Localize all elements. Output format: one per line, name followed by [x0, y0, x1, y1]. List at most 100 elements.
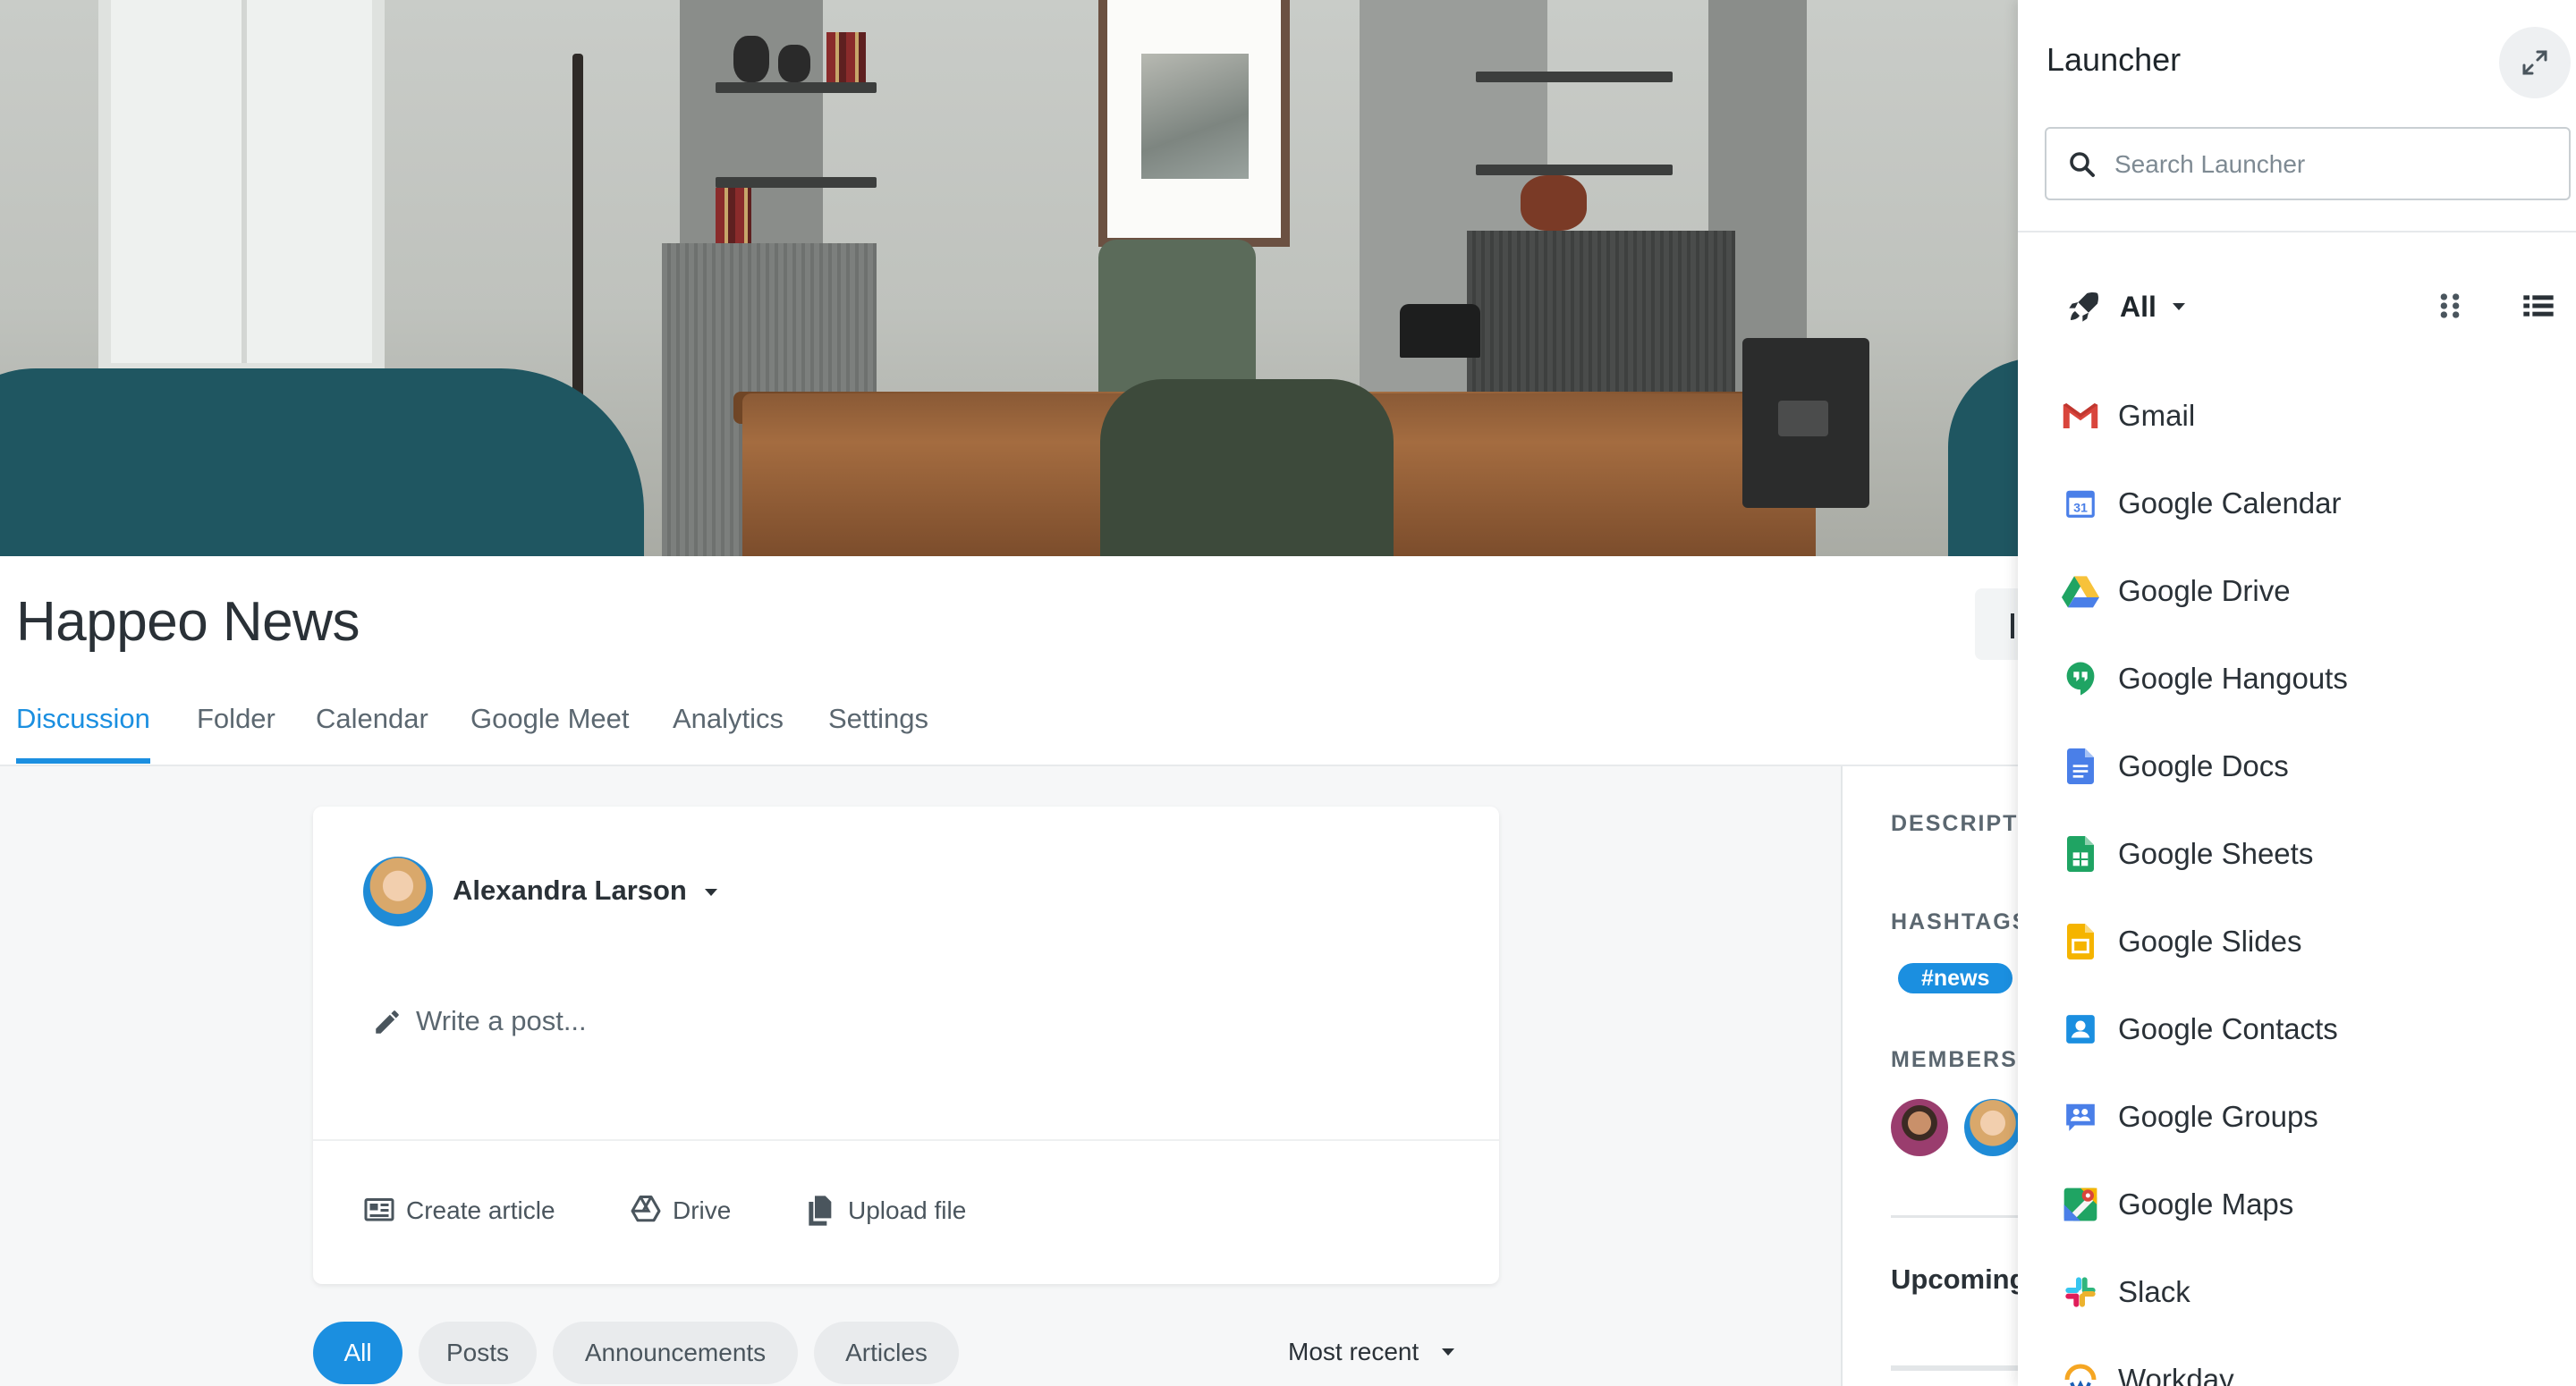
launcher-panel: Launcher All Gmail — [2018, 0, 2576, 1386]
window — [98, 0, 385, 376]
app-label: Workday — [2118, 1363, 2234, 1386]
filter-chip-posts[interactable]: Posts — [419, 1322, 537, 1384]
app-label: Gmail — [2118, 399, 2196, 432]
drive-icon — [631, 1196, 661, 1222]
google-docs-icon — [2061, 747, 2100, 786]
launcher-item-google-calendar[interactable]: 31 Google Calendar — [2061, 472, 2562, 535]
app-label: Google Hangouts — [2118, 662, 2348, 695]
launcher-item-google-drive[interactable]: Google Drive — [2061, 560, 2562, 622]
launcher-item-google-hangouts[interactable]: Google Hangouts — [2061, 647, 2562, 710]
launcher-item-google-maps[interactable]: Google Maps — [2061, 1173, 2562, 1236]
google-maps-icon — [2061, 1185, 2100, 1224]
tab-google-meet[interactable]: Google Meet — [470, 703, 630, 758]
drive-button[interactable]: Drive — [673, 1196, 731, 1225]
google-sheets-icon — [2061, 834, 2100, 874]
shelf — [716, 82, 877, 93]
armchair — [0, 368, 644, 556]
app-label: Google Maps — [2118, 1187, 2294, 1221]
pencil-icon — [376, 1010, 399, 1034]
member-avatar[interactable] — [1964, 1099, 2018, 1156]
google-slides-icon — [2061, 922, 2100, 961]
section-divider — [1891, 1215, 2018, 1218]
vase — [778, 45, 810, 82]
rocket-icon — [2069, 292, 2098, 322]
chevron-down-icon[interactable] — [1442, 1348, 1454, 1356]
sort-dropdown[interactable]: Most recent — [1288, 1338, 1419, 1366]
safe — [1742, 338, 1869, 508]
launcher-item-google-groups[interactable]: Google Groups — [2061, 1086, 2562, 1148]
framed-picture — [1098, 0, 1290, 247]
workday-icon — [2061, 1360, 2100, 1386]
upload-file-button[interactable]: Upload file — [848, 1196, 966, 1225]
grid-view-icon[interactable] — [2435, 288, 2465, 324]
desk-phone — [1400, 304, 1480, 358]
launcher-item-google-sheets[interactable]: Google Sheets — [2061, 823, 2562, 885]
filter-chip-articles[interactable]: Articles — [814, 1322, 959, 1384]
google-drive-icon — [2061, 571, 2100, 611]
channel-info-panel: DESCRIPTI HASHTAGS #news MEMBERS Upcomin… — [1843, 766, 2018, 1386]
chair — [1100, 379, 1394, 556]
launcher-item-google-contacts[interactable]: Google Contacts — [2061, 998, 2562, 1061]
app-label: Slack — [2118, 1275, 2190, 1308]
author-avatar[interactable] — [363, 857, 433, 926]
description-label: DESCRIPTI — [1891, 811, 2018, 836]
chevron-down-icon[interactable] — [705, 889, 717, 896]
upcoming-heading: Upcoming — [1891, 1263, 2018, 1295]
launcher-search[interactable] — [2045, 127, 2571, 200]
hashtags-label: HASHTAGS — [1891, 909, 2018, 934]
tab-calendar[interactable]: Calendar — [316, 703, 428, 758]
launcher-item-gmail[interactable]: Gmail — [2061, 385, 2562, 447]
tab-analytics[interactable]: Analytics — [673, 703, 784, 758]
launcher-title: Launcher — [2046, 41, 2182, 78]
section-divider — [1891, 1365, 2018, 1371]
google-contacts-icon — [2061, 1010, 2100, 1049]
vase — [733, 36, 769, 82]
member-avatar[interactable] — [1891, 1099, 1948, 1156]
app-label: Google Sheets — [2118, 837, 2314, 870]
create-article-button[interactable]: Create article — [406, 1196, 555, 1225]
cover-image — [0, 0, 2018, 556]
shelf — [1476, 72, 1673, 82]
launcher-divider — [2018, 231, 2576, 232]
post-composer: Alexandra Larson Write a post... Create … — [313, 807, 1499, 1284]
filter-label: All — [2120, 290, 2157, 323]
shelf — [716, 177, 877, 188]
author-name[interactable]: Alexandra Larson — [453, 875, 687, 907]
vase — [1521, 175, 1587, 231]
app-label: Google Contacts — [2118, 1012, 2338, 1045]
upload-file-icon — [809, 1196, 832, 1226]
list-view-icon[interactable] — [2521, 288, 2556, 324]
filter-chip-announcements[interactable]: Announcements — [553, 1322, 798, 1384]
books — [826, 32, 866, 82]
chevron-down-icon — [2172, 303, 2185, 310]
books — [716, 188, 751, 243]
launcher-item-slack[interactable]: Slack — [2061, 1261, 2562, 1323]
launcher-filter-dropdown[interactable]: All — [2066, 284, 2185, 329]
write-post-input[interactable]: Write a post... — [416, 1005, 587, 1037]
search-icon — [2070, 152, 2095, 177]
launcher-item-workday[interactable]: Workday — [2061, 1348, 2562, 1386]
filter-chip-all[interactable]: All — [313, 1322, 402, 1384]
launcher-item-google-docs[interactable]: Google Docs — [2061, 735, 2562, 798]
hashtag-news[interactable]: #news — [1898, 963, 2013, 993]
tab-discussion[interactable]: Discussion — [16, 703, 150, 764]
search-input[interactable] — [2114, 145, 2544, 184]
tab-folder[interactable]: Folder — [197, 703, 275, 758]
slack-icon — [2061, 1272, 2100, 1312]
tab-settings[interactable]: Settings — [828, 703, 928, 758]
members-label: MEMBERS — [1891, 1047, 2018, 1072]
page-title: Happeo News — [16, 591, 360, 653]
app-label: Google Drive — [2118, 574, 2291, 607]
app-label: Google Slides — [2118, 925, 2302, 958]
article-icon — [364, 1198, 394, 1221]
google-groups-icon — [2061, 1097, 2100, 1137]
app-label: Google Docs — [2118, 749, 2289, 782]
google-hangouts-icon — [2061, 659, 2100, 698]
armchair — [1948, 358, 2018, 556]
expand-button[interactable] — [2499, 27, 2571, 98]
google-calendar-icon: 31 — [2061, 484, 2100, 523]
gmail-icon — [2061, 396, 2100, 435]
svg-text:31: 31 — [2073, 502, 2088, 516]
launcher-item-google-slides[interactable]: Google Slides — [2061, 910, 2562, 973]
channel-tabs: Discussion Folder Calendar Google Meet A… — [0, 689, 2018, 765]
